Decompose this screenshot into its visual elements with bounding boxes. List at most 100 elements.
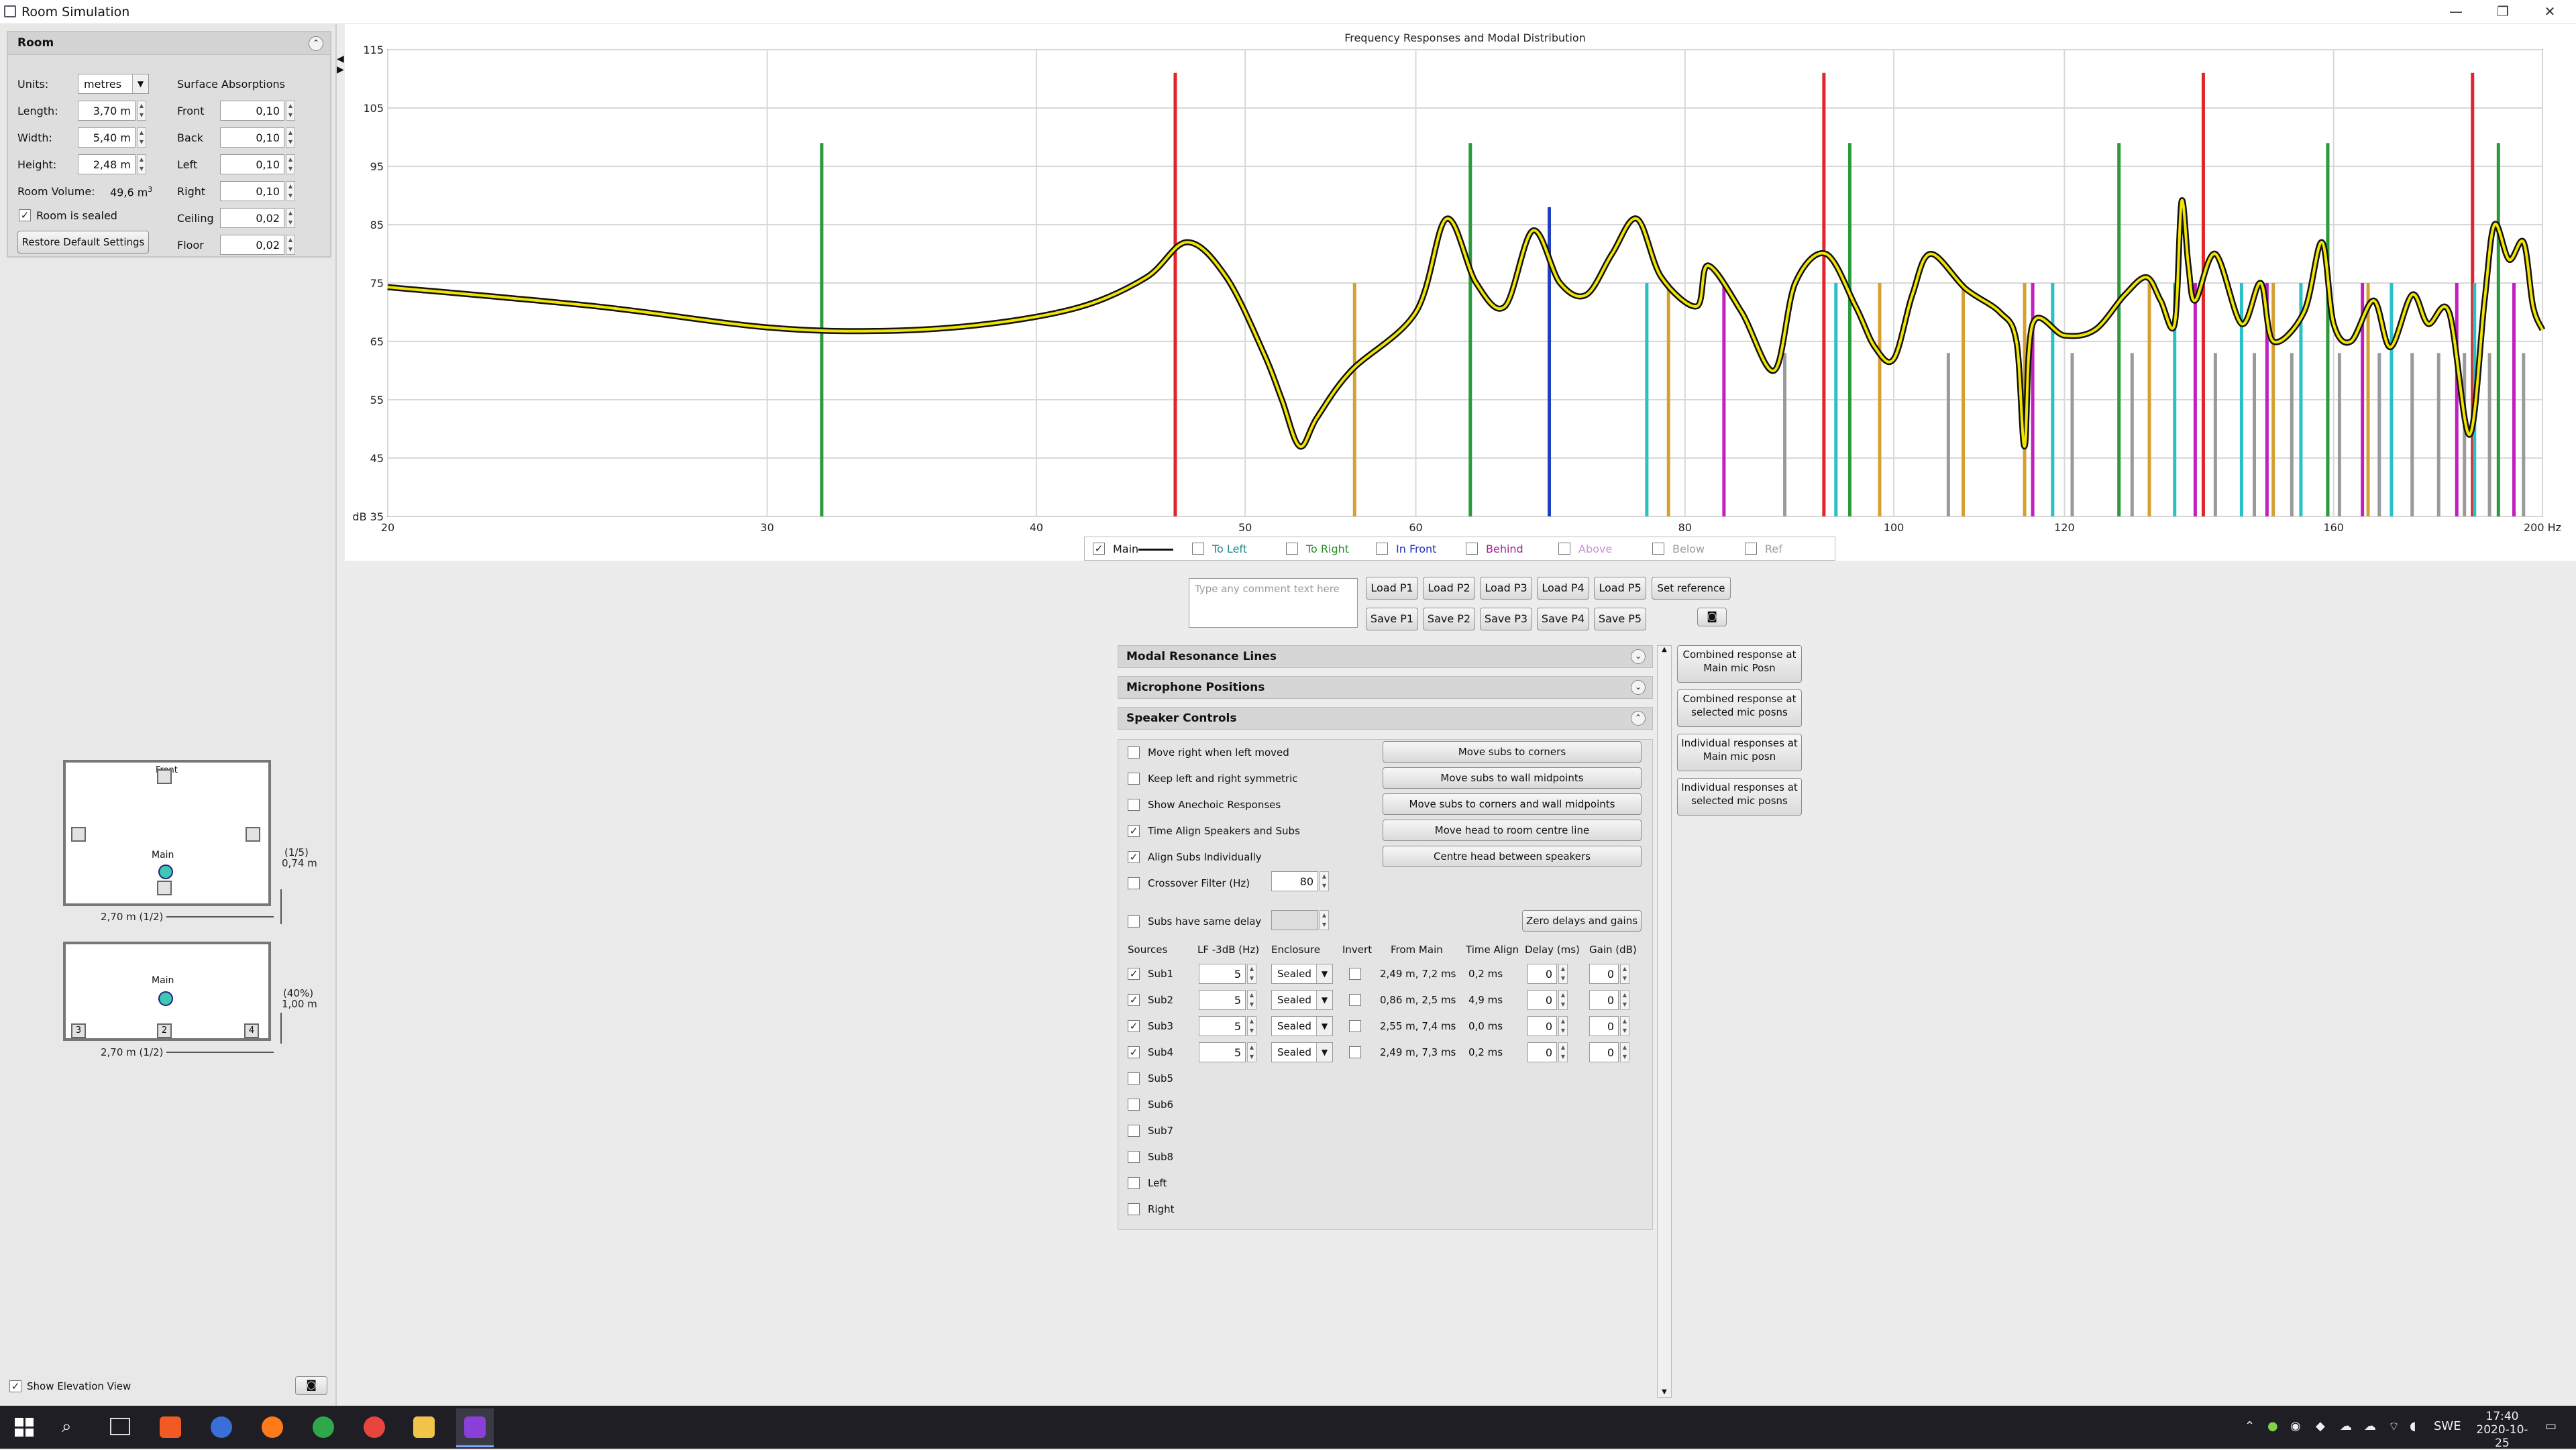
crossover-spinner[interactable]: ▲ ▼ [1320, 871, 1329, 891]
sub-lf-field-1[interactable]: 5 [1199, 964, 1246, 984]
option-checkbox-5[interactable] [1128, 877, 1140, 889]
sub-gain-spinner-4[interactable]: ▲ ▼ [1620, 1042, 1629, 1062]
sub-lf-field-4[interactable]: 5 [1199, 1042, 1246, 1062]
sub-delay-field-4[interactable]: 0 [1527, 1042, 1557, 1062]
absorption-spinner-front[interactable]: ▲ ▼ [286, 101, 295, 121]
close-button[interactable]: ✕ [2526, 0, 2573, 24]
same-delay-checkbox[interactable] [1128, 915, 1140, 928]
source-checkbox-sub6[interactable] [1128, 1099, 1140, 1111]
splitter-arrows-icon[interactable]: ◀ ▶ [337, 54, 344, 80]
language-indicator[interactable]: SWE [2434, 1419, 2461, 1433]
legend-checkbox-ref[interactable] [1745, 543, 1757, 555]
absorption-field-front[interactable]: 0,10 [220, 101, 284, 121]
collapse-room-icon[interactable]: ⌃ [309, 36, 323, 51]
legend-checkbox-above[interactable] [1558, 543, 1570, 555]
onedrive-work-icon[interactable]: ☁ [2364, 1419, 2376, 1433]
expand-icon[interactable]: ⌄ [1631, 649, 1646, 664]
sub-enclosure-select-4[interactable]: Sealed ▼ [1271, 1042, 1333, 1062]
rew-app-button[interactable] [456, 1408, 494, 1447]
absorption-field-left[interactable]: 0,10 [220, 154, 284, 174]
tray-network-icon[interactable]: ◉ [2290, 1419, 2301, 1433]
absorption-field-ceiling[interactable]: 0,02 [220, 208, 284, 228]
graph-area[interactable]: 20 30 40 50 60 80 100 120 160 200 Hz dB 35 45 55 65 75… [345, 24, 2576, 561]
length-field[interactable]: 3,70 m [78, 101, 136, 121]
source-checkbox-right[interactable] [1128, 1203, 1140, 1215]
sub-invert-checkbox-3[interactable] [1349, 1020, 1361, 1032]
sub-delay-spinner-4[interactable]: ▲ ▼ [1558, 1042, 1568, 1062]
chrome-icon[interactable] [313, 1416, 334, 1438]
sub-enclosure-select-3[interactable]: Sealed ▼ [1271, 1016, 1333, 1036]
legend-checkbox-behind[interactable] [1466, 543, 1478, 555]
sub-checkbox-1[interactable]: ✓ [1128, 968, 1140, 980]
sub-enclosure-select-2[interactable]: Sealed ▼ [1271, 990, 1333, 1010]
restore-button[interactable]: ❐ [2479, 0, 2526, 24]
legend-checkbox-main[interactable]: ✓ [1093, 543, 1105, 555]
speaker-action-button-2[interactable]: Move subs to corners and wall midpoints [1383, 793, 1642, 815]
speaker-action-button-4[interactable]: Centre head between speakers [1383, 846, 1642, 867]
response-button-1[interactable]: Combined response at Main mic Posn [1677, 645, 1802, 683]
source-checkbox-left[interactable] [1128, 1177, 1140, 1189]
restore-defaults-button[interactable]: Restore Default Settings [17, 231, 149, 254]
elevation-view[interactable]: Main 3 2 4 [63, 942, 271, 1041]
show-elevation-checkbox[interactable]: ✓ [9, 1380, 21, 1392]
sub-gain-spinner-2[interactable]: ▲ ▼ [1620, 990, 1629, 1010]
sub-gain-field-4[interactable]: 0 [1589, 1042, 1619, 1062]
sub-invert-checkbox-2[interactable] [1349, 994, 1361, 1006]
search-icon[interactable]: ⌕ [62, 1416, 72, 1437]
sub4-marker[interactable]: 4 [244, 1023, 259, 1038]
units-select[interactable]: metres ▼ [78, 74, 149, 94]
firefox-dev-icon[interactable] [211, 1416, 232, 1438]
source-checkbox-sub5[interactable] [1128, 1072, 1140, 1084]
speaker-controls-section[interactable]: Speaker Controls ⌃ [1118, 707, 1653, 730]
sub-delay-field-2[interactable]: 0 [1527, 990, 1557, 1010]
absorption-spinner-ceiling[interactable]: ▲ ▼ [286, 208, 295, 228]
absorption-field-floor[interactable]: 0,02 [220, 235, 284, 255]
sub-invert-checkbox-1[interactable] [1349, 968, 1361, 980]
notification-icon[interactable]: ▭ [2545, 1419, 2557, 1433]
absorption-spinner-back[interactable]: ▲ ▼ [286, 127, 295, 148]
comment-box[interactable]: Type any comment text here [1189, 578, 1358, 628]
left-speaker[interactable] [71, 827, 86, 842]
sub-lf-spinner-4[interactable]: ▲ ▼ [1247, 1042, 1256, 1062]
onedrive-icon[interactable]: ☁ [2340, 1419, 2352, 1433]
option-checkbox-0[interactable] [1128, 746, 1140, 759]
legend-checkbox-in-front[interactable] [1376, 543, 1388, 555]
sub-lf-spinner-2[interactable]: ▲ ▼ [1247, 990, 1256, 1010]
panel-scrollbar[interactable]: ▲ ▼ [1657, 645, 1672, 1398]
load-p2-button[interactable]: Load P2 [1423, 577, 1475, 600]
legend-checkbox-to-right[interactable] [1286, 543, 1298, 555]
sub-lf-field-2[interactable]: 5 [1199, 990, 1246, 1010]
sub-checkbox-4[interactable]: ✓ [1128, 1046, 1140, 1058]
absorption-field-back[interactable]: 0,10 [220, 127, 284, 148]
response-button-2[interactable]: Combined response at selected mic posns [1677, 689, 1802, 727]
elevation-head-icon[interactable] [158, 991, 173, 1006]
tray-app-icon[interactable]: ● [2267, 1419, 2278, 1433]
save-p1-button[interactable]: Save P1 [1366, 608, 1418, 630]
sub-lf-spinner-3[interactable]: ▲ ▼ [1247, 1016, 1256, 1036]
absorption-spinner-left[interactable]: ▲ ▼ [286, 154, 295, 174]
height-spinner[interactable]: ▲ ▼ [137, 154, 146, 174]
height-field[interactable]: 2,48 m [78, 154, 136, 174]
speaker-action-button-1[interactable]: Move subs to wall midpoints [1383, 767, 1642, 789]
clock[interactable]: 17:40 2020-10-25 [2470, 1410, 2534, 1450]
scroll-down-icon[interactable]: ▼ [1658, 1388, 1671, 1396]
brave-icon[interactable] [160, 1416, 181, 1438]
modal-resonance-section[interactable]: Modal Resonance Lines ⌄ [1118, 645, 1653, 668]
head-icon[interactable] [158, 865, 173, 879]
load-p5-button[interactable]: Load P5 [1594, 577, 1646, 600]
volume-icon[interactable]: ◖ [2410, 1419, 2416, 1433]
sub-delay-spinner-3[interactable]: ▲ ▼ [1558, 1016, 1568, 1036]
task-view-icon[interactable] [110, 1418, 130, 1435]
microphone-positions-section[interactable]: Microphone Positions ⌄ [1118, 676, 1653, 699]
sub-delay-spinner-1[interactable]: ▲ ▼ [1558, 964, 1568, 984]
front-speaker[interactable] [157, 769, 172, 784]
absorption-field-right[interactable]: 0,10 [220, 181, 284, 201]
wifi-icon[interactable]: ⌔ [2388, 1419, 2400, 1435]
option-checkbox-3[interactable]: ✓ [1128, 825, 1140, 837]
response-button-4[interactable]: Individual responses at selected mic posn… [1677, 778, 1802, 816]
save-p4-button[interactable]: Save P4 [1537, 608, 1589, 630]
crossover-field[interactable]: 80 [1271, 871, 1318, 891]
response-button-3[interactable]: Individual responses at Main mic posn [1677, 734, 1802, 771]
tray-overflow-icon[interactable]: ⌃ [2245, 1419, 2255, 1433]
source-checkbox-sub8[interactable] [1128, 1151, 1140, 1163]
